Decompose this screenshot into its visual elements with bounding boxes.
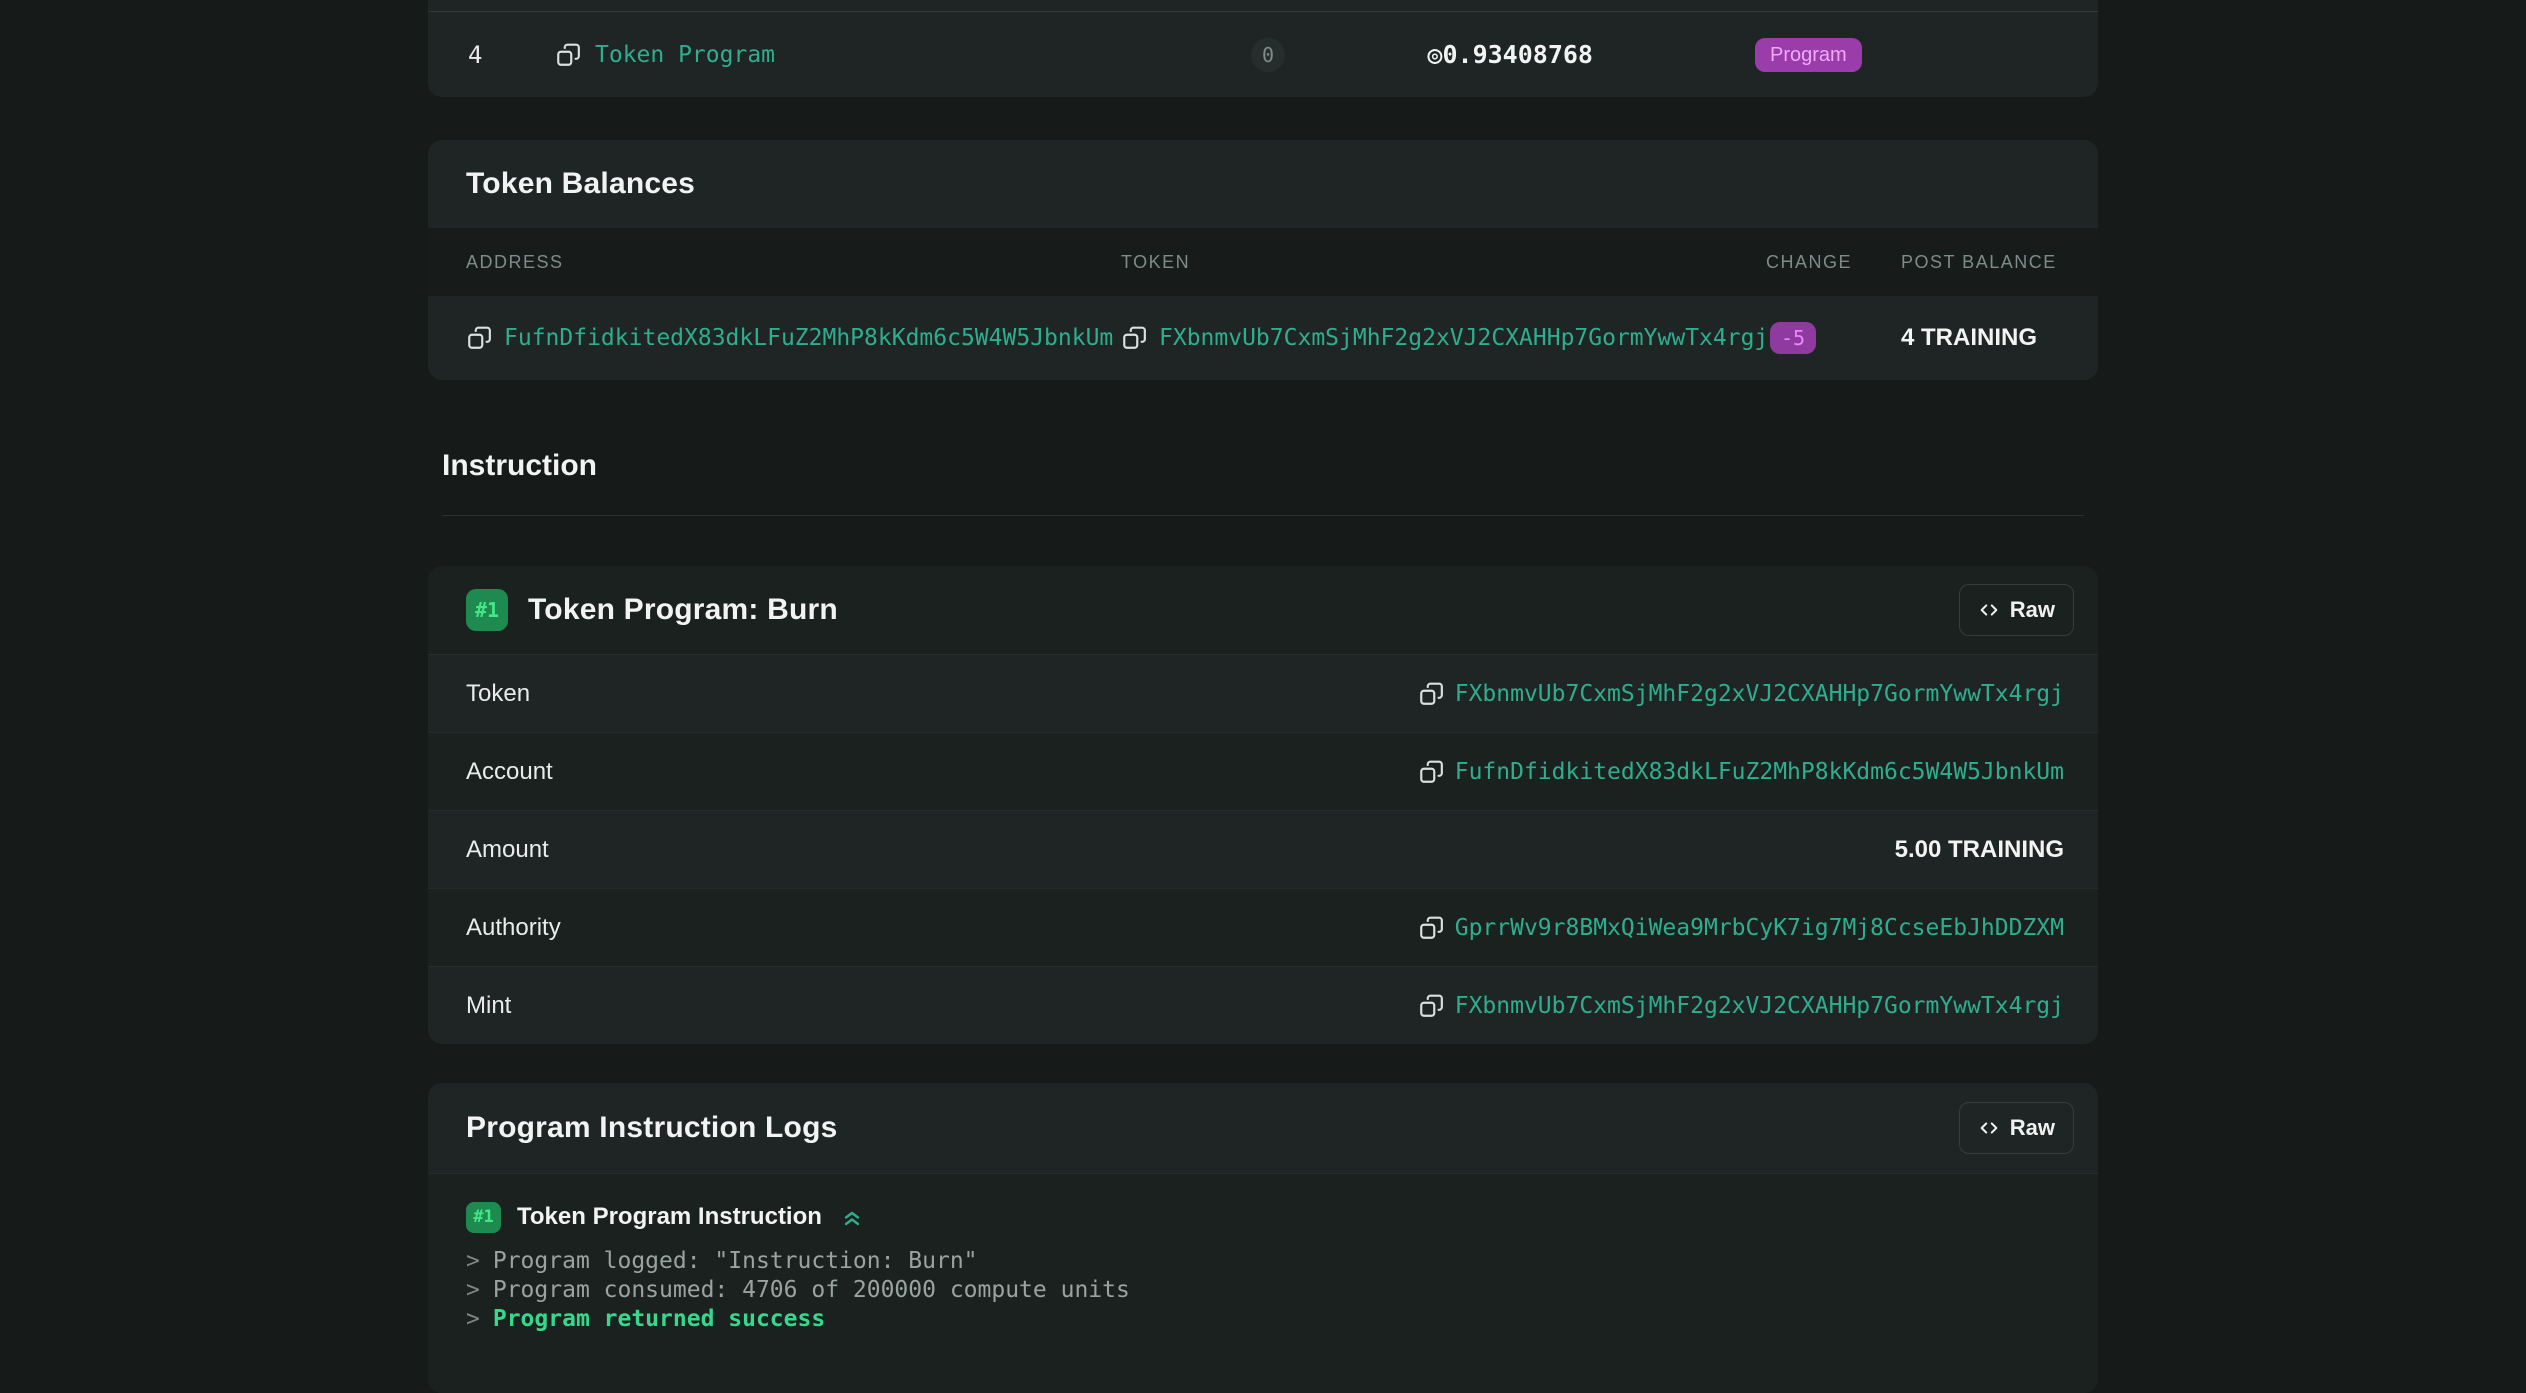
log-line-success: > Program returned success [466,1304,2060,1333]
row-label: Mint [466,991,512,1019]
previous-row-edge [428,0,2098,11]
raw-button[interactable]: Raw [1958,584,2074,636]
row-value: FXbnmvUb7CxmSjMhF2g2xVJ2CXAHHp7GormYwwTx… [1418,681,2098,707]
section-divider [442,515,2084,516]
instruction-row-account: Account FufnDfidkitedX83dkLFuZ2MhP8kKdm6… [428,732,2098,810]
instruction-title: Token Program: Burn [528,593,838,626]
row-value: 5.00 TRAINING [1895,836,2098,864]
token-balances-title: Token Balances [466,167,696,200]
token-balances-column-headers: ADDRESS TOKEN CHANGE POST BALANCE [428,228,2098,296]
log-prefix: > [466,1247,480,1274]
row-label: Token [466,679,531,707]
instruction-row-mint: Mint FXbnmvUb7CxmSjMhF2g2xVJ2CXAHHp7Gorm… [428,966,2098,1044]
row-label: Account [466,757,553,785]
copy-icon[interactable] [466,325,492,351]
token-balances-card: Token Balances ADDRESS TOKEN CHANGE POST… [428,140,2098,380]
log-group-header: #1 Token Program Instruction [466,1200,2060,1234]
section-title: Instruction [442,449,597,482]
code-icon [1978,599,2000,621]
row-value: GprrWv9r8BMxQiWea9MrbCyK7ig7Mj8CcseEbJhD… [1418,915,2098,941]
row-index: 4 [468,40,483,69]
owner-address-link[interactable]: FufnDfidkitedX83dkLFuZ2MhP8kKdm6c5W4W5Jb… [504,325,1113,351]
collapse-chevrons-up-icon[interactable] [840,1205,864,1229]
program-tag-badge: Program [1755,37,1862,72]
log-line: > Program consumed: 4706 of 200000 compu… [466,1275,2060,1304]
change-cell: -5 [1766,322,1901,354]
token-cell: FXbnmvUb7CxmSjMhF2g2xVJ2CXAHHp7GormYwwTx… [1121,325,1768,351]
token-address-link[interactable]: FXbnmvUb7CxmSjMhF2g2xVJ2CXAHHp7GormYwwTx… [1159,325,1768,351]
page-content: 4 Token Program 0 ◎0.93408768 Program To… [428,0,2098,1393]
log-text: Program consumed: 4706 of 200000 compute… [492,1276,1130,1303]
instruction-card-title-group: #1 Token Program: Burn [466,589,838,631]
instruction-index-badge: #1 [466,589,508,631]
copy-icon[interactable] [1418,681,1444,707]
raw-button-label: Raw [2009,597,2055,622]
raw-button-label: Raw [2009,1115,2055,1140]
address-link[interactable]: FXbnmvUb7CxmSjMhF2g2xVJ2CXAHHp7GormYwwTx… [1455,993,2064,1019]
change-badge: -5 [1770,322,1817,354]
tag-cell: Program [1593,37,2098,72]
row-value: FXbnmvUb7CxmSjMhF2g2xVJ2CXAHHp7GormYwwTx… [1418,993,2098,1019]
invocation-count-badge: 0 [1251,37,1285,72]
code-icon [1978,1117,2000,1139]
log-prefix: > [466,1305,480,1332]
row-label: Authority [466,913,561,941]
column-change: CHANGE [1766,251,1853,272]
log-lines: > Program logged: "Instruction: Burn" > … [466,1246,2060,1333]
address-link[interactable]: FXbnmvUb7CxmSjMhF2g2xVJ2CXAHHp7GormYwwTx… [1455,681,2064,707]
invocation-count-cell: 0 [1158,37,1378,72]
address-link[interactable]: GprrWv9r8BMxQiWea9MrbCyK7ig7Mj8CcseEbJhD… [1455,915,2064,941]
copy-icon[interactable] [555,42,581,68]
log-line: > Program logged: "Instruction: Burn" [466,1246,2060,1275]
log-text: Program logged: "Instruction: Burn" [492,1247,978,1274]
raw-button[interactable]: Raw [1958,1102,2074,1154]
log-group-index-badge: #1 [466,1201,501,1233]
program-logs-body: #1 Token Program Instruction > Program l… [428,1173,2098,1393]
amount-value: 5.00 TRAINING [1894,835,2064,863]
log-group-title: Token Program Instruction [517,1203,822,1230]
copy-icon[interactable] [1418,993,1444,1019]
account-inputs-table: 4 Token Program 0 ◎0.93408768 Program [428,0,2098,97]
address-link[interactable]: FufnDfidkitedX83dkLFuZ2MhP8kKdm6c5W4W5Jb… [1455,759,2064,785]
instruction-row-authority: Authority GprrWv9r8BMxQiWea9MrbCyK7ig7Mj… [428,888,2098,966]
instruction-row-token: Token FXbnmvUb7CxmSjMhF2g2xVJ2CXAHHp7Gor… [428,654,2098,732]
column-address: ADDRESS [466,251,564,272]
instruction-row-amount: Amount 5.00 TRAINING [428,810,2098,888]
token-balance-row: FufnDfidkitedX83dkLFuZ2MhP8kKdm6c5W4W5Jb… [428,296,2098,380]
instruction-section-heading: Instruction [442,448,2084,484]
row-label: Amount [466,835,549,863]
address-cell: FufnDfidkitedX83dkLFuZ2MhP8kKdm6c5W4W5Jb… [428,325,1121,351]
program-logs-card: Program Instruction Logs Raw #1 Token Pr… [428,1083,2098,1393]
program-link[interactable]: Token Program [595,42,775,68]
instruction-card-header: #1 Token Program: Burn Raw [428,566,2098,654]
table-row: 4 Token Program 0 ◎0.93408768 Program [428,12,2098,97]
log-text: Program returned success [492,1305,826,1332]
token-balances-header: Token Balances [428,140,2098,228]
program-logs-title: Program Instruction Logs [466,1111,838,1144]
column-post-balance: POST BALANCE [1901,251,2057,272]
copy-icon[interactable] [1121,325,1147,351]
post-balance-value: 4 TRAINING [1901,324,2038,351]
copy-icon[interactable] [1418,759,1444,785]
log-prefix: > [466,1276,480,1303]
copy-icon[interactable] [1418,915,1444,941]
program-cell: Token Program [538,42,1158,68]
row-value: FufnDfidkitedX83dkLFuZ2MhP8kKdm6c5W4W5Jb… [1418,759,2098,785]
instruction-card: #1 Token Program: Burn Raw Token FXbnmvU… [428,566,2098,1044]
column-token: TOKEN [1121,251,1191,272]
sol-balance: ◎0.93408768 [1427,40,1593,69]
program-logs-header: Program Instruction Logs Raw [428,1083,2098,1173]
